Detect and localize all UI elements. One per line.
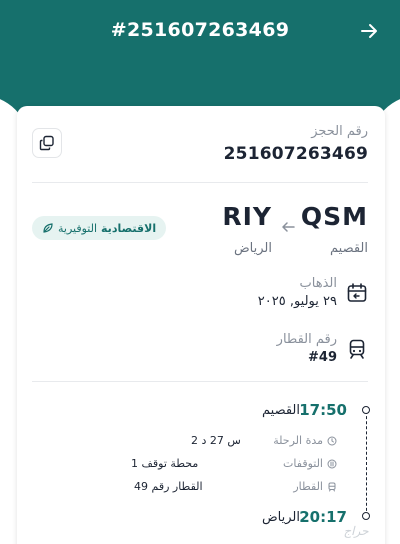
- booking-number-label: رقم الحجز: [311, 124, 368, 139]
- arrow-right-icon[interactable]: [358, 20, 380, 42]
- origin-code: QSM: [300, 202, 368, 231]
- train-detail-label: القطار: [293, 480, 337, 493]
- calendar-icon: [347, 283, 367, 302]
- arrow-left-icon: [282, 222, 295, 232]
- train-detail-value: القطار رقم 49: [134, 480, 203, 493]
- booking-number: 251607263469: [223, 144, 368, 164]
- arrival-station: الرياض: [261, 510, 300, 525]
- destination-name: الرياض: [233, 241, 272, 256]
- stops-value: 1 محطة توقف: [131, 457, 199, 470]
- train-number: #49: [308, 350, 337, 365]
- origin-name: القصيم: [330, 241, 368, 256]
- duration-value: 2 س 27 د: [191, 434, 241, 447]
- booking-card: رقم الحجز 251607263469 QSM القصيم RIY ال…: [17, 106, 385, 544]
- train-icon: [349, 339, 365, 359]
- timeline-start-dot: [362, 406, 370, 414]
- stops-icon: [327, 459, 337, 468]
- fare-type: التوفيرية: [58, 221, 98, 235]
- leaf-icon: [43, 223, 53, 233]
- departure-time: 17:50: [299, 401, 347, 419]
- train-number-label: رقم القطار: [276, 332, 337, 347]
- departure-date: ٢٩ يوليو, ٢٠٢٥: [257, 294, 337, 309]
- copy-icon: [39, 135, 54, 151]
- destination-code: RIY: [222, 202, 272, 231]
- fare-badge: الاقتصادية التوفيرية: [32, 216, 167, 240]
- departure-label: الذهاب: [299, 276, 337, 291]
- stops-label: التوقفات: [283, 457, 337, 470]
- booking-title: #251607263469: [110, 19, 290, 41]
- duration-label: مدة الرحلة: [273, 434, 337, 447]
- divider: [32, 182, 368, 183]
- fare-class: الاقتصادية: [101, 221, 157, 235]
- divider: [32, 381, 368, 382]
- timeline-line: [366, 411, 367, 516]
- departure-station: القصيم: [262, 403, 300, 418]
- watermark-logo: حراج: [343, 524, 369, 538]
- copy-button[interactable]: [32, 128, 62, 158]
- train-icon: [328, 482, 336, 491]
- clock-icon: [327, 436, 337, 445]
- timeline-end-dot: [362, 512, 370, 520]
